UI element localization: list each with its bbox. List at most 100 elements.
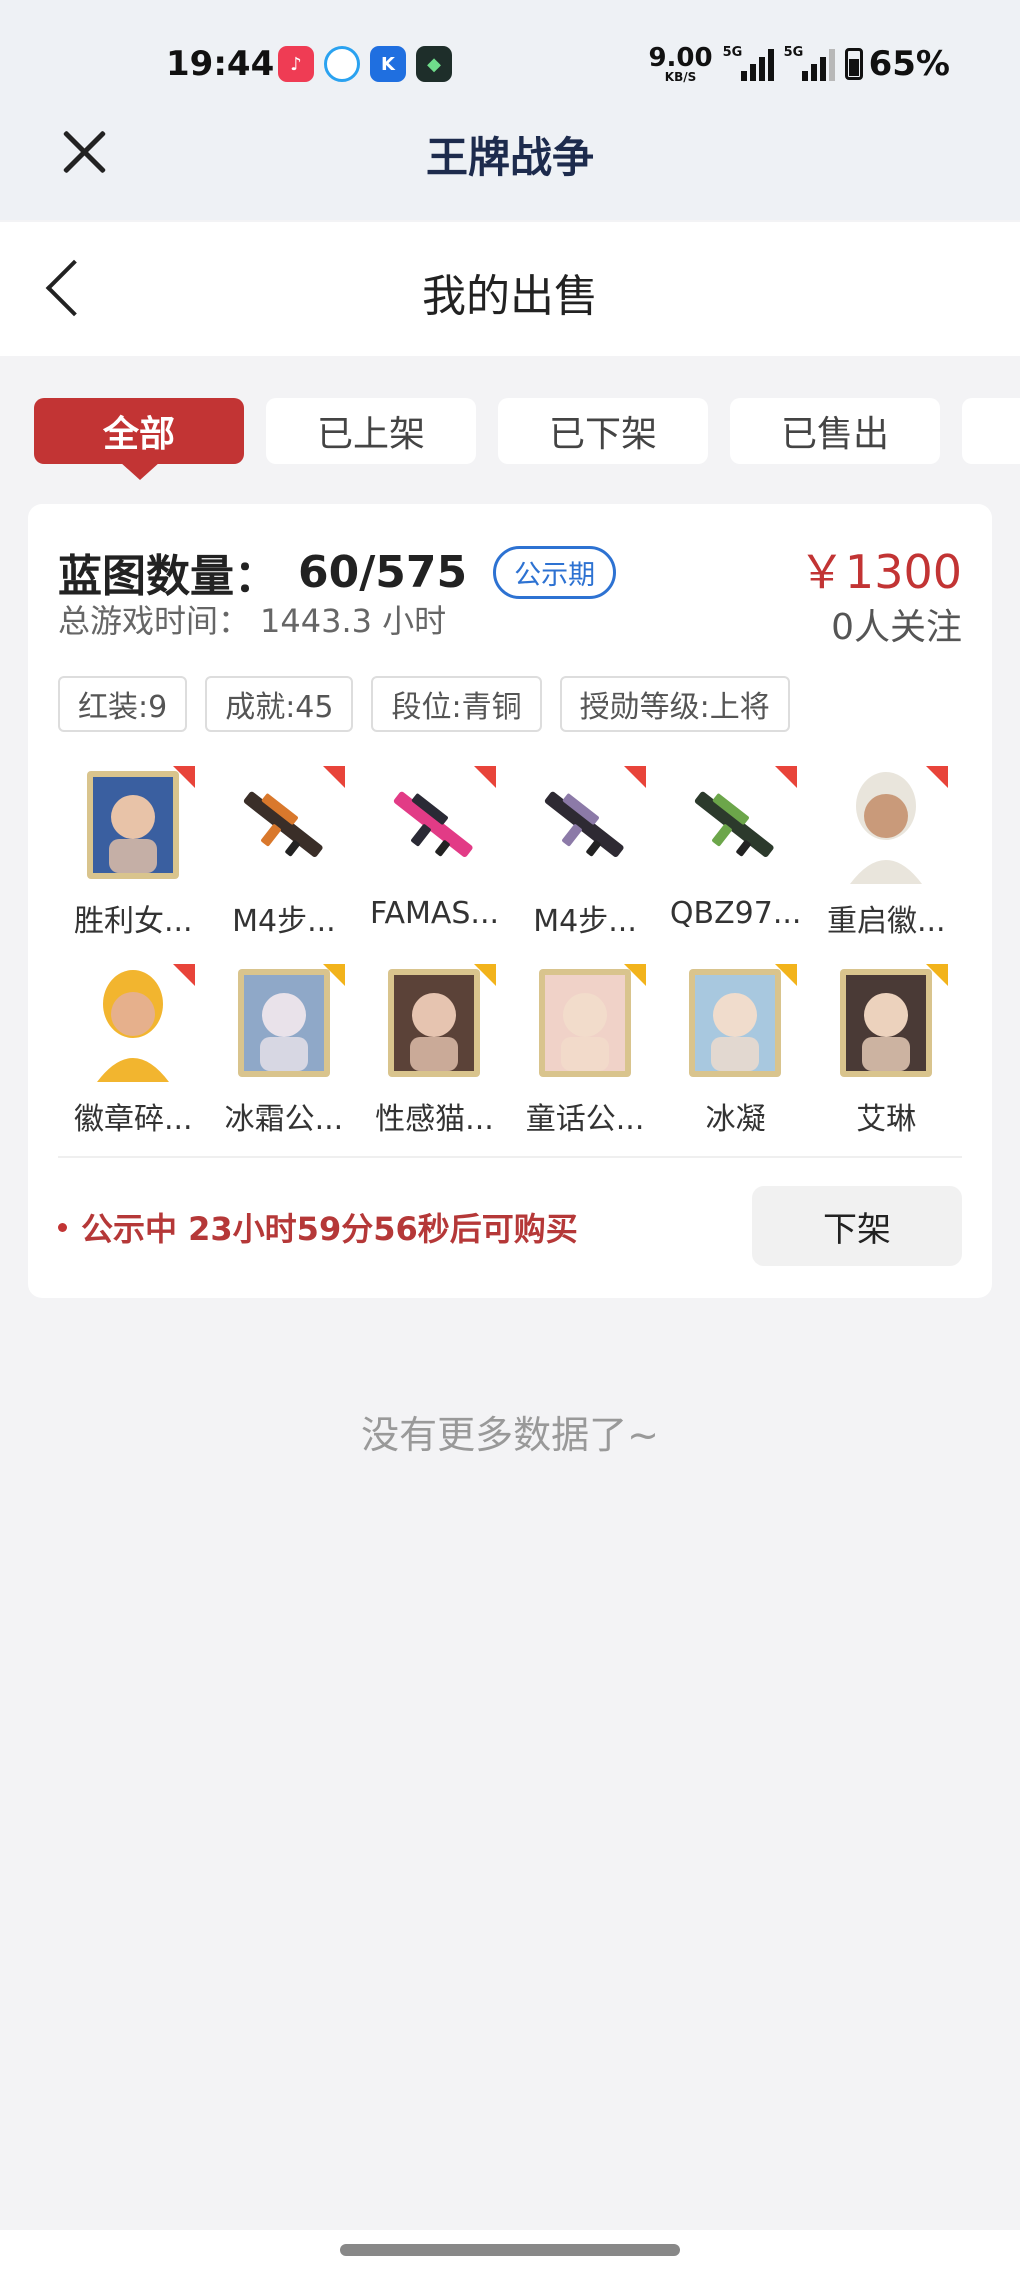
page-navbar: 我的出售 — [0, 222, 1020, 356]
item-tile[interactable]: 冰霜公... — [209, 954, 360, 1142]
sim2-signal-icon: 5G — [783, 45, 835, 81]
rarity-corner-icon — [473, 964, 496, 986]
card-divider — [58, 1156, 962, 1158]
rarity-corner-icon — [323, 766, 346, 788]
rarity-corner-icon — [774, 766, 797, 788]
mini-program-header: 王牌战争 — [0, 110, 1020, 220]
attribute-tags: 红装:9 成就:45 段位:青铜 授勋等级:上将 — [58, 676, 790, 732]
item-name: 胜利女... — [73, 904, 193, 939]
character-thumbnail — [80, 766, 186, 884]
character-thumbnail — [80, 964, 186, 1082]
item-name: M4步... — [232, 904, 336, 939]
item-name: 冰霜公... — [224, 1102, 344, 1137]
playtime: 总游戏时间： 1443.3 小时 — [58, 596, 446, 642]
character-thumbnail — [231, 964, 337, 1082]
weapon-thumbnail — [231, 766, 337, 884]
page-title: 我的出售 — [422, 271, 598, 322]
sim1-signal-icon: 5G — [722, 45, 774, 81]
playtime-label: 总游戏时间： — [58, 602, 251, 640]
tag-red-gear: 红装:9 — [58, 676, 188, 732]
item-name: M4步... — [533, 904, 637, 939]
rarity-corner-icon — [624, 766, 647, 788]
home-indicator[interactable] — [340, 2244, 680, 2256]
tag-honor-level: 授勋等级:上将 — [559, 676, 790, 732]
item-name: 徽章碎... — [73, 1102, 193, 1137]
character-thumbnail — [682, 964, 788, 1082]
item-name: 冰凝 — [705, 1102, 766, 1137]
rarity-corner-icon — [774, 964, 797, 986]
item-tile[interactable]: QBZ97... — [660, 756, 811, 944]
status-tabs: 全部 已上架 已下架 已售出 已退 — [34, 398, 1020, 478]
mini-program-title: 王牌战争 — [425, 133, 594, 182]
item-tile[interactable]: M4步... — [209, 756, 360, 944]
item-name: 性感猫... — [375, 1102, 494, 1137]
notice-dot-icon — [58, 1222, 67, 1232]
tab-sold[interactable]: 已售出 — [730, 398, 940, 464]
rarity-corner-icon — [473, 766, 496, 788]
item-name: 艾琳 — [856, 1102, 917, 1137]
item-tile[interactable]: FAMAS... — [359, 756, 510, 944]
qq-browser-icon — [324, 46, 360, 82]
character-thumbnail — [833, 964, 939, 1082]
delist-button[interactable]: 下架 — [752, 1186, 962, 1266]
item-tile[interactable]: 胜利女... — [58, 756, 209, 944]
character-thumbnail — [381, 964, 487, 1082]
notice-text: 公示中 23小时59分56秒后可购买 — [81, 1210, 578, 1248]
follower-count: 0人关注 — [831, 607, 962, 648]
network-speed-value: 9.00 — [648, 43, 713, 73]
item-tile[interactable]: M4步... — [510, 756, 661, 944]
blueprint-count: 60/575 — [298, 546, 468, 598]
tab-listed[interactable]: 已上架 — [266, 398, 476, 464]
battery-level — [848, 59, 859, 76]
item-tile[interactable]: 艾琳 — [811, 954, 962, 1142]
item-name: QBZ97... — [669, 896, 802, 931]
tab-all[interactable]: 全部 — [34, 398, 244, 464]
item-grid: 胜利女... M4步... FAMAS... M4步... QBZ97... 重启徽...… — [58, 756, 962, 1142]
item-name: 童话公... — [525, 1102, 645, 1137]
playtime-value: 1443.3 小时 — [260, 602, 447, 640]
item-tile[interactable]: 童话公... — [510, 954, 661, 1142]
item-tile[interactable]: 冰凝 — [660, 954, 811, 1142]
network-speed: 9.00 KB/S — [648, 45, 712, 83]
rarity-corner-icon — [323, 964, 346, 986]
status-time: 19:44 — [166, 44, 275, 84]
battery-percent: 65% — [868, 44, 950, 84]
rarity-corner-icon — [172, 766, 195, 788]
item-name: FAMAS... — [369, 896, 500, 931]
tab-delisted[interactable]: 已下架 — [498, 398, 708, 464]
sim2-network-label: 5G — [783, 45, 804, 60]
battery-icon: 65% — [844, 44, 950, 84]
rarity-corner-icon — [925, 766, 948, 788]
weapon-thumbnail — [532, 766, 638, 884]
kugou-icon: K — [370, 46, 406, 82]
gesture-bar — [0, 2230, 1020, 2278]
listing-price: ￥1300 — [798, 545, 962, 599]
sale-listing-card[interactable]: 蓝图数量： 60/575 公示期 总游戏时间： 1443.3 小时 ￥1300 0… — [28, 504, 992, 1298]
character-thumbnail — [532, 964, 638, 1082]
period-badge: 公示期 — [493, 545, 617, 599]
music-app-icon: ♪ — [278, 46, 314, 82]
item-tile[interactable]: 重启徽... — [811, 756, 962, 944]
tag-rank: 段位:青铜 — [371, 676, 542, 732]
rarity-corner-icon — [624, 964, 647, 986]
blueprint-row: 蓝图数量： 60/575 公示期 — [58, 540, 617, 604]
sim1-network-label: 5G — [722, 45, 743, 60]
network-speed-unit: KB/S — [664, 70, 697, 84]
tab-returned[interactable]: 已退 — [962, 398, 1020, 464]
weapon-thumbnail — [682, 766, 788, 884]
item-tile[interactable]: 性感猫... — [359, 954, 510, 1142]
weapon-thumbnail — [381, 766, 487, 884]
item-tile[interactable]: 徽章碎... — [58, 954, 209, 1142]
tag-achievement: 成就:45 — [205, 676, 354, 732]
status-app-icons: ♪ K ◆ — [278, 46, 452, 82]
no-more-data: 没有更多数据了~ — [361, 1413, 659, 1457]
security-app-icon: ◆ — [416, 46, 452, 82]
active-tab-caret — [120, 462, 160, 480]
status-indicators: 9.00 KB/S 5G 5G 65% — [648, 44, 950, 84]
character-thumbnail — [833, 766, 939, 884]
public-notice: 公示中 23小时59分56秒后可购买 — [58, 1204, 578, 1250]
item-name: 重启徽... — [826, 904, 946, 939]
rarity-corner-icon — [172, 964, 195, 986]
blueprint-label: 蓝图数量： — [58, 551, 278, 602]
rarity-corner-icon — [925, 964, 948, 986]
